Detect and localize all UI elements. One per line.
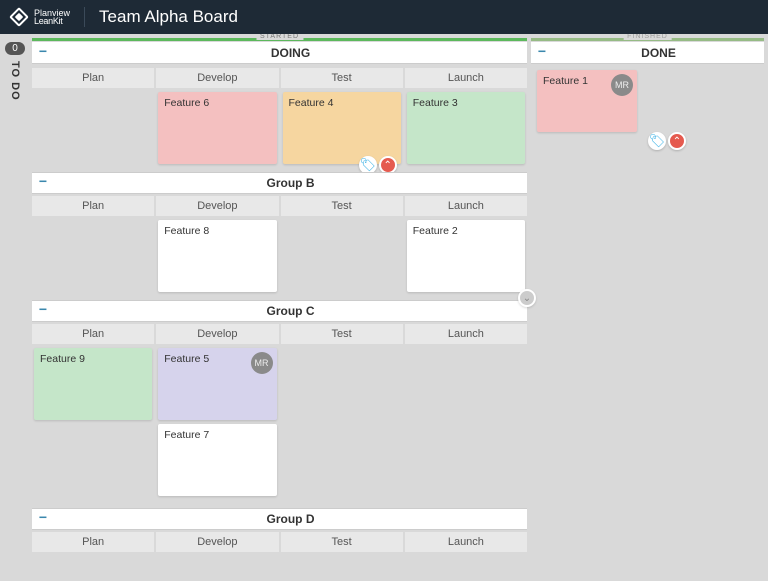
subheader-launch[interactable]: Launch xyxy=(405,324,527,344)
card-title: Feature 8 xyxy=(164,225,209,237)
lane-test[interactable] xyxy=(281,346,403,506)
card-feature-4[interactable]: Feature 4 🏷 ⌃ xyxy=(283,92,401,164)
subheader-plan[interactable]: Plan xyxy=(32,196,154,216)
done-title: DONE xyxy=(553,46,764,60)
columns: STARTED − DOING Plan Develop Test Launch xyxy=(30,34,768,581)
card-title: Feature 7 xyxy=(164,429,209,441)
group-d: − Group D Plan Develop Test Launch xyxy=(32,508,527,552)
card-title: Feature 1 xyxy=(543,75,588,87)
card-feature-8[interactable]: Feature 8 xyxy=(158,220,276,292)
lane-develop[interactable]: Feature 8 xyxy=(156,218,278,298)
subheader-test[interactable]: Test xyxy=(281,68,403,88)
done-body[interactable]: Feature 1 MR 🏷 ⌃ xyxy=(531,64,764,577)
subheader-develop[interactable]: Develop xyxy=(156,68,278,88)
subheader-test[interactable]: Test xyxy=(281,324,403,344)
collapse-toggle-doing[interactable]: − xyxy=(36,47,50,59)
collapse-toggle-group-c[interactable]: − xyxy=(36,305,50,317)
card-feature-3[interactable]: Feature 3 xyxy=(407,92,525,164)
alert-icon[interactable]: ⌃ xyxy=(668,132,686,150)
group-a-lanes: Feature 6 Feature 4 🏷 ⌃ xyxy=(32,90,527,170)
card-title: Feature 3 xyxy=(413,97,458,109)
avatar[interactable]: MR xyxy=(251,352,273,374)
lane-launch[interactable]: Feature 3 xyxy=(405,90,527,170)
card-feature-9[interactable]: Feature 9 xyxy=(34,348,152,420)
collapse-toggle-done[interactable]: − xyxy=(535,47,549,59)
lane-plan[interactable] xyxy=(32,218,154,298)
card-feature-1[interactable]: Feature 1 MR xyxy=(537,70,637,132)
lane-develop[interactable]: Feature 6 xyxy=(156,90,278,170)
logo-icon xyxy=(9,7,29,27)
tag-icon[interactable]: 🏷 xyxy=(648,132,666,150)
stage-label-started: STARTED xyxy=(256,34,303,40)
doing-title: DOING xyxy=(54,46,527,60)
avatar[interactable]: MR xyxy=(611,74,633,96)
app-header: Planview LeanKit Team Alpha Board xyxy=(0,0,768,34)
group-c: − Group C Plan Develop Test Launch Featu… xyxy=(32,300,527,506)
card-feature-2[interactable]: Feature 2 xyxy=(407,220,525,292)
subheader-plan[interactable]: Plan xyxy=(32,68,154,88)
doing-title-row: − DOING xyxy=(32,42,527,64)
card-title: Feature 9 xyxy=(40,353,85,365)
subheader-plan[interactable]: Plan xyxy=(32,532,154,552)
card-feature-7[interactable]: Feature 7 xyxy=(158,424,276,496)
todo-count-badge: 0 xyxy=(5,42,25,55)
group-c-title: Group C xyxy=(54,304,527,318)
group-a: Plan Develop Test Launch Feature 6 Featu… xyxy=(32,66,527,170)
lane-test[interactable] xyxy=(281,218,403,298)
card-title: Feature 6 xyxy=(164,97,209,109)
lane-plan[interactable] xyxy=(32,90,154,170)
subheader-develop[interactable]: Develop xyxy=(156,532,278,552)
subheader-launch[interactable]: Launch xyxy=(405,196,527,216)
stage-bar-finished: FINISHED xyxy=(531,38,764,41)
board-title: Team Alpha Board xyxy=(99,7,238,27)
group-a-subheaders: Plan Develop Test Launch xyxy=(32,68,527,88)
lane-launch[interactable] xyxy=(405,346,527,506)
brand-line2: LeanKit xyxy=(34,17,70,25)
subheader-test[interactable]: Test xyxy=(281,532,403,552)
group-b: − Group B Plan Develop Test Launch Featu… xyxy=(32,172,527,298)
card-title: Feature 2 xyxy=(413,225,458,237)
board-area: 0 TO DO STARTED − DOING Plan Develop Tes… xyxy=(0,34,768,581)
subheader-test[interactable]: Test xyxy=(281,196,403,216)
collapse-toggle-group-b[interactable]: − xyxy=(36,177,50,189)
brand-logo: Planview LeanKit xyxy=(12,9,70,25)
stage-label-finished: FINISHED xyxy=(623,34,672,40)
card-feature-5[interactable]: Feature 5 MR xyxy=(158,348,276,420)
subheader-launch[interactable]: Launch xyxy=(405,532,527,552)
column-done: FINISHED − DONE Feature 1 MR 🏷 ⌃ xyxy=(531,38,764,577)
column-doing: STARTED − DOING Plan Develop Test Launch xyxy=(32,38,527,577)
chevron-down-icon[interactable]: ⌄ xyxy=(518,289,536,307)
subheader-plan[interactable]: Plan xyxy=(32,324,154,344)
card-title: Feature 4 xyxy=(289,97,334,109)
lane-test[interactable]: Feature 4 🏷 ⌃ xyxy=(281,90,403,170)
subheader-develop[interactable]: Develop xyxy=(156,324,278,344)
group-d-title: Group D xyxy=(54,512,527,526)
group-b-title: Group B xyxy=(54,176,527,190)
done-title-row: − DONE xyxy=(531,42,764,64)
header-divider xyxy=(84,7,85,27)
card-feature-6[interactable]: Feature 6 xyxy=(158,92,276,164)
lane-develop[interactable]: Feature 5 MR Feature 7 xyxy=(156,346,278,506)
lane-launch[interactable]: Feature 2 xyxy=(405,218,527,298)
subheader-launch[interactable]: Launch xyxy=(405,68,527,88)
subheader-develop[interactable]: Develop xyxy=(156,196,278,216)
stage-bar-started: STARTED xyxy=(32,38,527,41)
collapse-toggle-group-d[interactable]: − xyxy=(36,513,50,525)
card-title: Feature 5 xyxy=(164,353,209,365)
todo-rail[interactable]: 0 TO DO xyxy=(0,34,30,581)
todo-label: TO DO xyxy=(9,61,21,101)
lane-plan[interactable]: Feature 9 xyxy=(32,346,154,506)
